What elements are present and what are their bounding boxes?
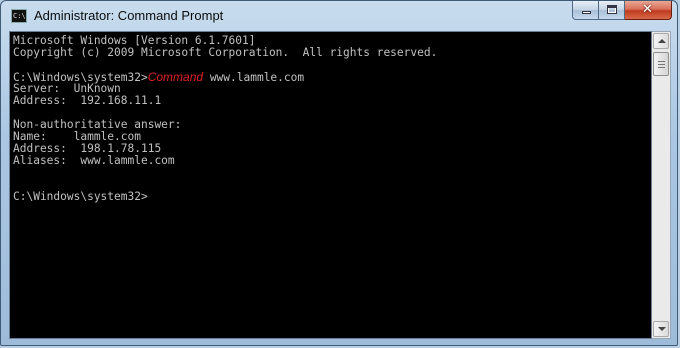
console-line-12 bbox=[13, 167, 651, 179]
title-bar[interactable]: C:\ Administrator: Command Prompt ✕ bbox=[1, 1, 677, 31]
vertical-scrollbar[interactable] bbox=[652, 31, 671, 339]
maximize-button[interactable] bbox=[599, 1, 625, 20]
window-controls: ✕ bbox=[572, 1, 672, 21]
scroll-down-button[interactable] bbox=[653, 321, 669, 337]
console-line-14: C:\Windows\system32> bbox=[13, 191, 651, 203]
command-text: Command bbox=[147, 70, 204, 84]
grip-line bbox=[658, 67, 665, 68]
prompt: C:\Windows\system32> bbox=[13, 190, 148, 203]
console-line-6: Address: 192.168.11.1 bbox=[13, 94, 162, 107]
console-line-11: Aliases: www.lammle.com bbox=[13, 154, 175, 167]
command-prompt-window: C:\ Administrator: Command Prompt ✕ Micr… bbox=[0, 0, 678, 346]
command-prompt-icon[interactable]: C:\ bbox=[11, 9, 27, 23]
scroll-thumb[interactable] bbox=[653, 52, 669, 76]
console-line-2: Copyright (c) 2009 Microsoft Corporation… bbox=[13, 46, 438, 59]
maximize-icon bbox=[607, 5, 617, 14]
minimize-icon bbox=[582, 11, 591, 14]
command-args: www.lammle.com bbox=[203, 71, 305, 84]
grip-line bbox=[658, 61, 665, 62]
close-icon: ✕ bbox=[642, 2, 653, 17]
grip-line bbox=[658, 64, 665, 65]
close-button[interactable]: ✕ bbox=[625, 1, 672, 20]
arrow-up-icon bbox=[658, 39, 666, 43]
scroll-up-button[interactable] bbox=[653, 33, 669, 49]
console-output[interactable]: Microsoft Windows [Version 6.1.7601] Copy… bbox=[9, 31, 652, 339]
arrow-down-icon bbox=[658, 327, 666, 331]
window-title: Administrator: Command Prompt bbox=[34, 8, 224, 23]
console-text: Microsoft Windows [Version 6.1.7601] Copy… bbox=[10, 32, 651, 203]
minimize-button[interactable] bbox=[572, 1, 599, 20]
console-line-3 bbox=[13, 59, 651, 71]
